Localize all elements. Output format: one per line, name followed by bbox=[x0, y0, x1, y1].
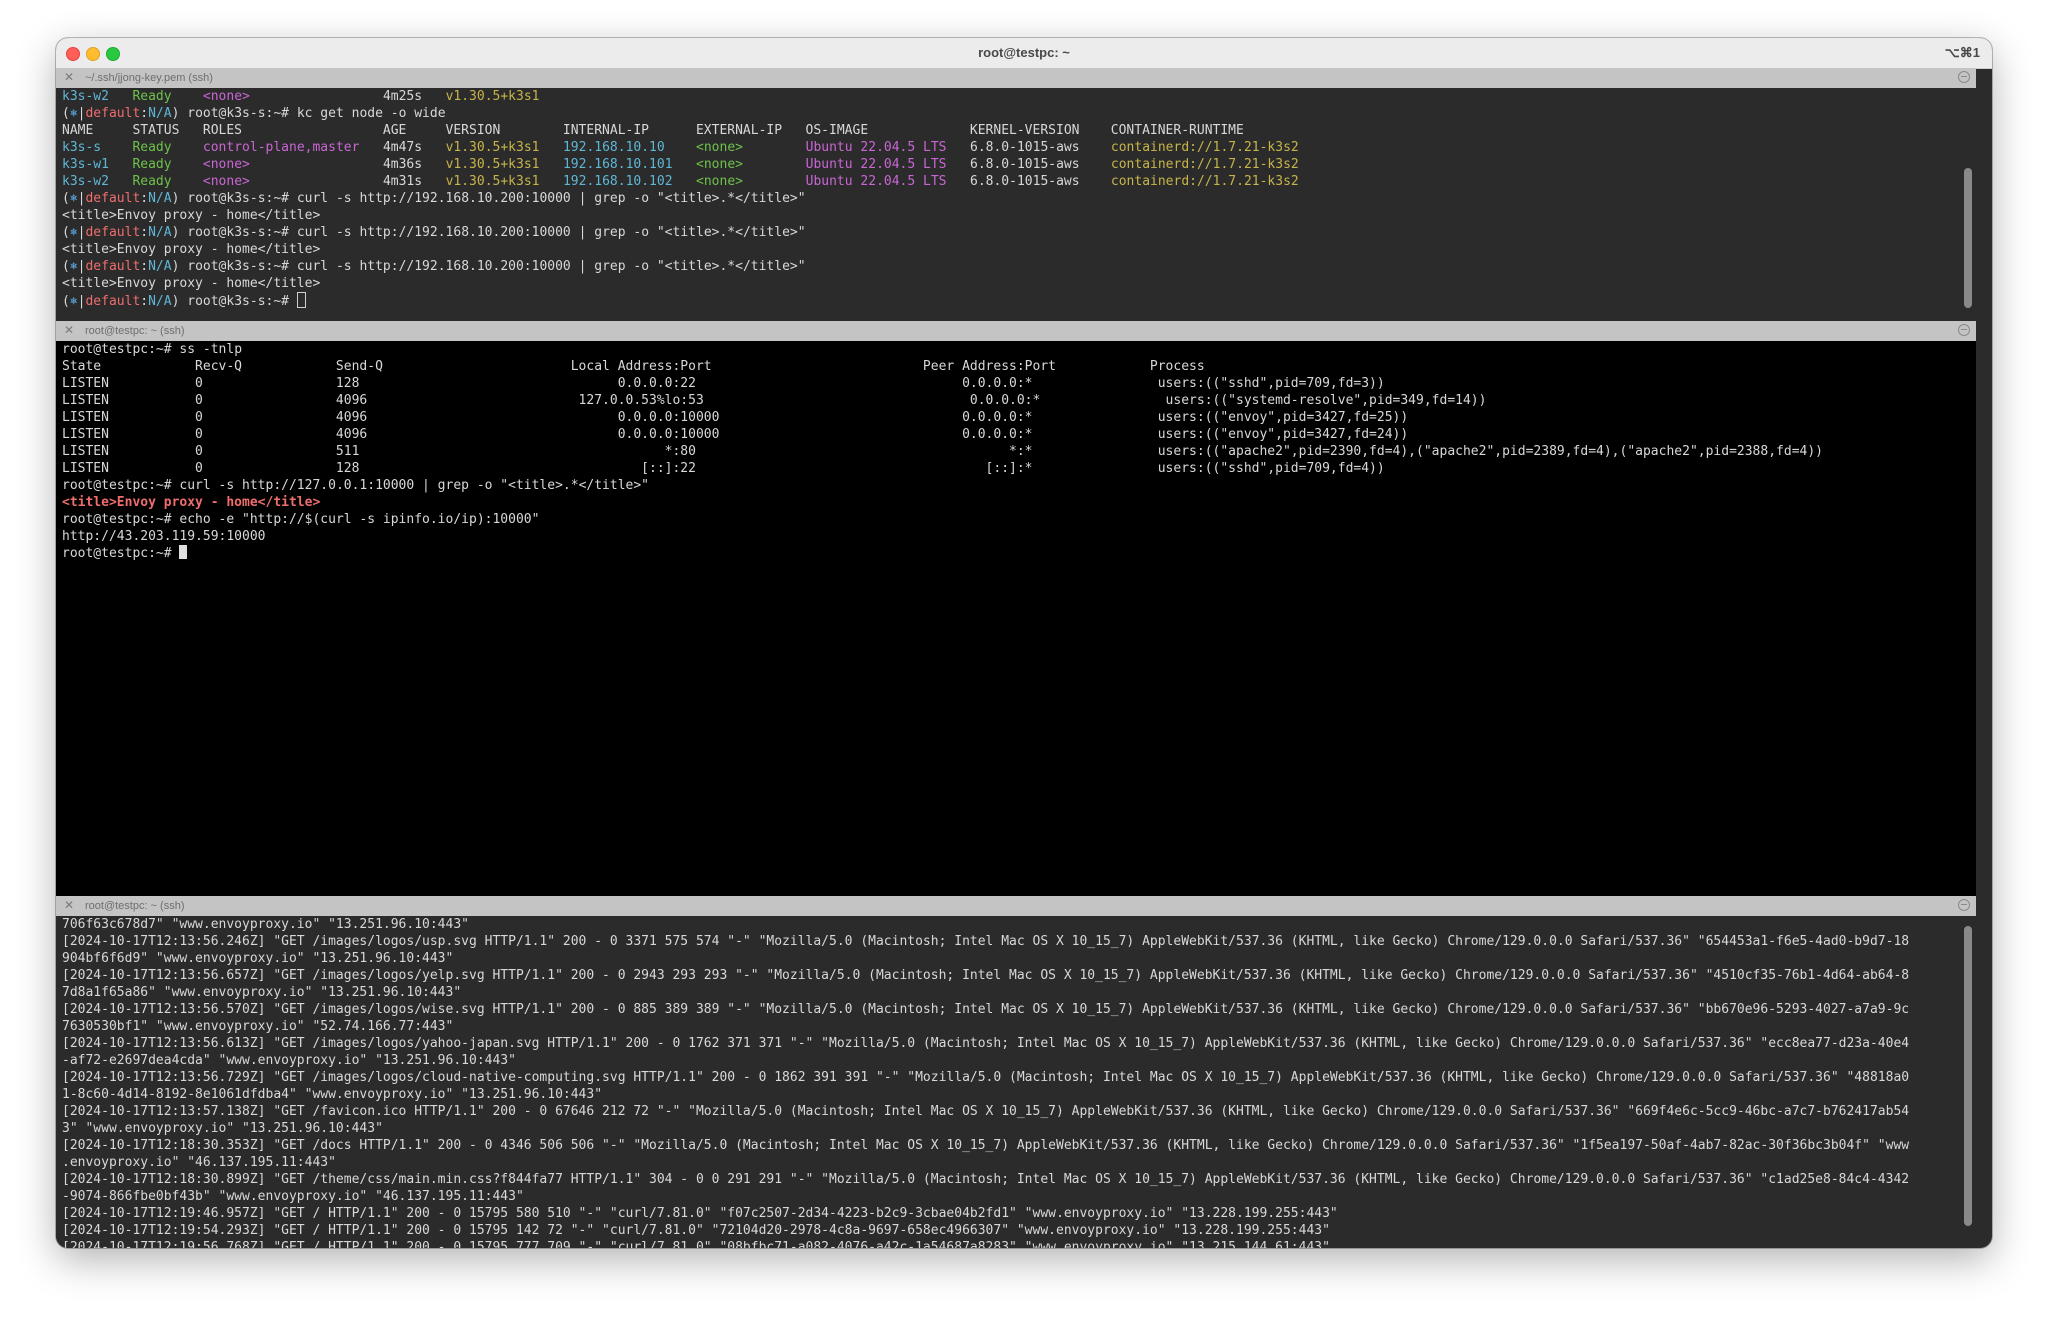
title-bar: root@testpc: ~ ⌥⌘1 bbox=[56, 38, 1992, 69]
maximize-pane-icon[interactable] bbox=[1958, 899, 1970, 911]
log-line: 1-8c60-4d14-8192-8e1061dfdba4" "www.envo… bbox=[62, 1087, 603, 1102]
close-pane-icon[interactable]: ✕ bbox=[64, 70, 74, 84]
log-line: [2024-10-17T12:13:56.246Z] "GET /images/… bbox=[62, 934, 1910, 949]
log-line: [2024-10-17T12:18:30.899Z] "GET /theme/c… bbox=[62, 1172, 1910, 1187]
prompt-line: root@testpc:~# ss -tnlp bbox=[62, 342, 243, 357]
curl-output: <title>Envoy proxy - home</title> bbox=[62, 242, 321, 257]
terminal-output[interactable]: k3s-w2 Ready <none> 4m25s v1.30.5+k3s1 (… bbox=[56, 88, 1976, 321]
prompt-line: root@testpc:~# curl -s http://127.0.0.1:… bbox=[62, 478, 650, 493]
pane-title: root@testpc: ~ (ssh) bbox=[85, 325, 185, 337]
log-line: [2024-10-17T12:13:56.613Z] "GET /images/… bbox=[62, 1036, 1910, 1051]
terminal-output[interactable]: 706f63c678d7" "www.envoyproxy.io" "13.25… bbox=[56, 916, 1976, 1248]
prompt-line: (⎈|default:N/A) root@k3s-s:~# kc get nod… bbox=[62, 106, 446, 121]
log-line: [2024-10-17T12:19:46.957Z] "GET / HTTP/1… bbox=[62, 1206, 1338, 1221]
table-header: NAME STATUS ROLES AGE VERSION INTERNAL-I… bbox=[62, 123, 1244, 138]
window-title: root@testpc: ~ bbox=[978, 45, 1070, 60]
ss-row: LISTEN 0 4096 0.0.0.0:10000 0.0.0.0:* us… bbox=[62, 427, 1409, 442]
pane-title-bar: ✕ root@testpc: ~ (ssh) bbox=[56, 321, 1976, 341]
maximize-pane-icon[interactable] bbox=[1958, 324, 1970, 336]
window-shortcut: ⌥⌘1 bbox=[1944, 45, 1980, 60]
close-pane-icon[interactable]: ✕ bbox=[64, 323, 74, 337]
pane-title-bar: ✕ ~/.ssh/jjong-key.pem (ssh) bbox=[56, 68, 1976, 88]
close-pane-icon[interactable]: ✕ bbox=[64, 898, 74, 912]
terminal-pane-testpc[interactable]: ✕ root@testpc: ~ (ssh) root@testpc:~# ss… bbox=[56, 321, 1976, 896]
log-line: 904bf6f6d9" "www.envoyproxy.io" "13.251.… bbox=[62, 951, 454, 966]
node-row: k3s-w1 Ready <none> 4m36s v1.30.5+k3s1 1… bbox=[62, 157, 1299, 172]
ss-header: State Recv-Q Send-Q Local Address:Port P… bbox=[62, 359, 1205, 374]
terminal-window: root@testpc: ~ ⌥⌘1 ✕ ~/.ssh/jjong-key.pe… bbox=[56, 38, 1992, 1248]
node-row: k3s-w2 Ready <none> 4m25s v1.30.5+k3s1 bbox=[62, 89, 540, 104]
log-line: 7d8a1f65a86" "www.envoyproxy.io" "13.251… bbox=[62, 985, 462, 1000]
log-line: [2024-10-17T12:13:56.729Z] "GET /images/… bbox=[62, 1070, 1910, 1085]
log-line: 7630530bf1" "www.envoyproxy.io" "52.74.1… bbox=[62, 1019, 454, 1034]
log-line: [2024-10-17T12:18:30.353Z] "GET /docs HT… bbox=[62, 1138, 1910, 1153]
ss-row: LISTEN 0 4096 0.0.0.0:10000 0.0.0.0:* us… bbox=[62, 410, 1409, 425]
pane-title: root@testpc: ~ (ssh) bbox=[85, 900, 185, 912]
scrollbar[interactable] bbox=[1964, 168, 1972, 308]
log-line: [2024-10-17T12:13:57.138Z] "GET /favicon… bbox=[62, 1104, 1910, 1119]
curl-output: <title>Envoy proxy - home</title> bbox=[62, 208, 321, 223]
log-line: .envoyproxy.io" "46.137.195.11:443" bbox=[62, 1155, 336, 1170]
node-row: k3s-w2 Ready <none> 4m31s v1.30.5+k3s1 1… bbox=[62, 174, 1299, 189]
log-line: [2024-10-17T12:13:56.657Z] "GET /images/… bbox=[62, 968, 1910, 983]
prompt-line: (⎈|default:N/A) root@k3s-s:~# bbox=[62, 292, 1976, 309]
text-cursor bbox=[179, 545, 188, 559]
prompt-line: root@testpc:~# bbox=[62, 545, 1976, 562]
maximize-pane-icon[interactable] bbox=[1958, 71, 1970, 83]
pane-title: ~/.ssh/jjong-key.pem (ssh) bbox=[85, 72, 213, 84]
ss-row: LISTEN 0 511 *:80 *:* users:(("apache2",… bbox=[62, 444, 1823, 459]
log-line: 3" "www.envoyproxy.io" "13.251.96.10:443… bbox=[62, 1121, 383, 1136]
ss-row: LISTEN 0 128 0.0.0.0:22 0.0.0.0:* users:… bbox=[62, 376, 1385, 391]
echo-output: http://43.203.119.59:10000 bbox=[62, 529, 266, 544]
node-row: k3s-s Ready control-plane,master 4m47s v… bbox=[62, 140, 1299, 155]
scrollbar[interactable] bbox=[1964, 926, 1972, 1226]
prompt-line: (⎈|default:N/A) root@k3s-s:~# curl -s ht… bbox=[62, 259, 806, 274]
ss-row: LISTEN 0 4096 127.0.0.53%lo:53 0.0.0.0:*… bbox=[62, 393, 1487, 408]
prompt-line: (⎈|default:N/A) root@k3s-s:~# curl -s ht… bbox=[62, 225, 806, 240]
curl-output: <title>Envoy proxy - home</title> bbox=[62, 495, 321, 510]
log-line: -af72-e2697dea4cda" "www.envoyproxy.io" … bbox=[62, 1053, 516, 1068]
text-cursor bbox=[296, 292, 306, 308]
log-line: 706f63c678d7" "www.envoyproxy.io" "13.25… bbox=[62, 917, 469, 932]
ss-row: LISTEN 0 128 [::]:22 [::]:* users:(("ssh… bbox=[62, 461, 1385, 476]
curl-output: <title>Envoy proxy - home</title> bbox=[62, 276, 321, 291]
pane-title-bar: ✕ root@testpc: ~ (ssh) bbox=[56, 896, 1976, 916]
log-line: -9074-866fbe0bf43b" "www.envoyproxy.io" … bbox=[62, 1189, 524, 1204]
terminal-output[interactable]: root@testpc:~# ss -tnlp State Recv-Q Sen… bbox=[56, 341, 1976, 896]
prompt-line: (⎈|default:N/A) root@k3s-s:~# curl -s ht… bbox=[62, 191, 806, 206]
log-line: [2024-10-17T12:19:54.293Z] "GET / HTTP/1… bbox=[62, 1223, 1330, 1238]
prompt-line: root@testpc:~# echo -e "http://$(curl -s… bbox=[62, 512, 540, 527]
log-line: [2024-10-17T12:13:56.570Z] "GET /images/… bbox=[62, 1002, 1910, 1017]
log-line: [2024-10-17T12:19:56.768Z] "GET / HTTP/1… bbox=[62, 1240, 1330, 1248]
terminal-pane-envoy-log[interactable]: ✕ root@testpc: ~ (ssh) 706f63c678d7" "ww… bbox=[56, 896, 1976, 1248]
terminal-pane-k3s[interactable]: ✕ ~/.ssh/jjong-key.pem (ssh) k3s-w2 Read… bbox=[56, 68, 1976, 321]
